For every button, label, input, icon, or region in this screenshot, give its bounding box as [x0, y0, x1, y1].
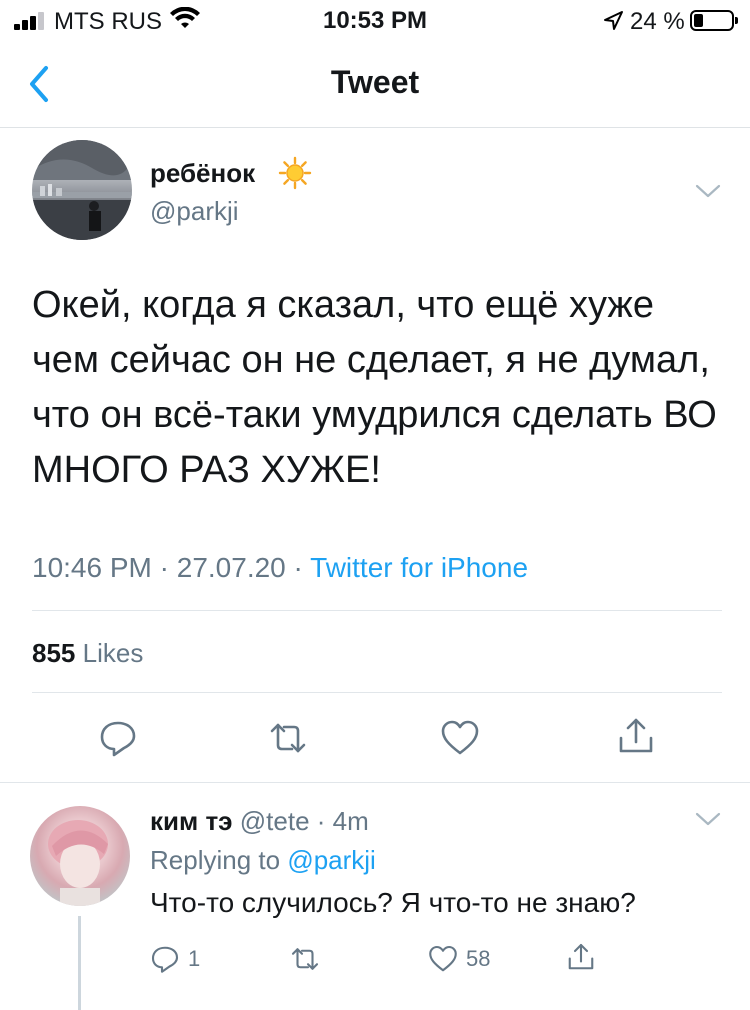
reply-header: ким тэ @tete · 4m: [150, 806, 369, 837]
reply-age: 4m: [332, 806, 369, 836]
reply-display-name[interactable]: ким тэ: [150, 806, 233, 836]
divider: [32, 692, 722, 693]
divider: [32, 610, 722, 611]
meta-separator: ·: [309, 806, 333, 836]
likes-label: Likes: [82, 638, 144, 668]
page-title: Tweet: [330, 64, 420, 100]
tweet-time: 10:46 PM: [32, 552, 152, 583]
reply-handle[interactable]: @tete: [240, 806, 310, 836]
reply-like-button[interactable]: 58: [428, 944, 490, 974]
battery-percent: 24 %: [630, 8, 685, 35]
meta-separator: ·: [293, 552, 311, 583]
chevron-down-icon[interactable]: [694, 810, 722, 828]
meta-separator: ·: [159, 552, 177, 583]
author-display-name[interactable]: ребёнок: [150, 158, 255, 189]
share-icon: [619, 718, 653, 753]
status-bar: MTS RUS 10:53 PM 24 %: [0, 0, 750, 40]
heart-icon: [441, 720, 479, 755]
likes-count-link[interactable]: 855 Likes: [32, 638, 143, 669]
sun-emoji-icon: [278, 156, 312, 190]
avatar-photo: [32, 140, 132, 240]
reply-retweet-button[interactable]: [290, 944, 320, 974]
tweet-meta: 10:46 PM · 27.07.20 · Twitter for iPhone: [32, 552, 528, 584]
share-icon: [568, 943, 594, 970]
reply-button[interactable]: [98, 718, 138, 758]
reply-text: Что-то случилось? Я что-то не знаю?: [150, 887, 636, 918]
tweet-text: Окей, когда я сказал, что ещё хуже чем с…: [32, 284, 717, 491]
battery-icon: [690, 10, 738, 31]
reply-reply-button[interactable]: 1: [150, 944, 200, 974]
reply-author-avatar[interactable]: [30, 806, 130, 906]
thread-connector: [78, 916, 81, 1010]
like-count: 58: [466, 946, 491, 971]
divider: [0, 782, 750, 783]
retweet-button[interactable]: [268, 718, 308, 758]
replying-prefix: Replying to: [150, 845, 281, 875]
author-avatar[interactable]: [32, 140, 132, 240]
retweet-icon: [270, 723, 306, 753]
chevron-down-icon[interactable]: [694, 182, 722, 200]
navigation-bar: Tweet: [0, 40, 750, 128]
likes-count: 855: [32, 638, 76, 668]
reply-icon: [100, 721, 136, 757]
tweet-date: 27.07.20: [176, 552, 286, 583]
replying-to-link[interactable]: @parkji: [287, 845, 376, 875]
tweet-source-link[interactable]: Twitter for iPhone: [310, 552, 528, 583]
retweet-icon: [291, 948, 319, 970]
location-arrow-icon: [604, 11, 623, 30]
reply-count: 1: [188, 946, 201, 971]
heart-icon: [429, 945, 457, 972]
reply-share-button[interactable]: [566, 942, 596, 972]
reply-icon: [151, 946, 179, 973]
like-button[interactable]: [440, 718, 480, 758]
avatar-photo: [48, 820, 108, 906]
replying-to: Replying to @parkji: [150, 845, 376, 876]
author-handle[interactable]: @parkji: [150, 196, 239, 227]
share-button[interactable]: [616, 716, 656, 756]
